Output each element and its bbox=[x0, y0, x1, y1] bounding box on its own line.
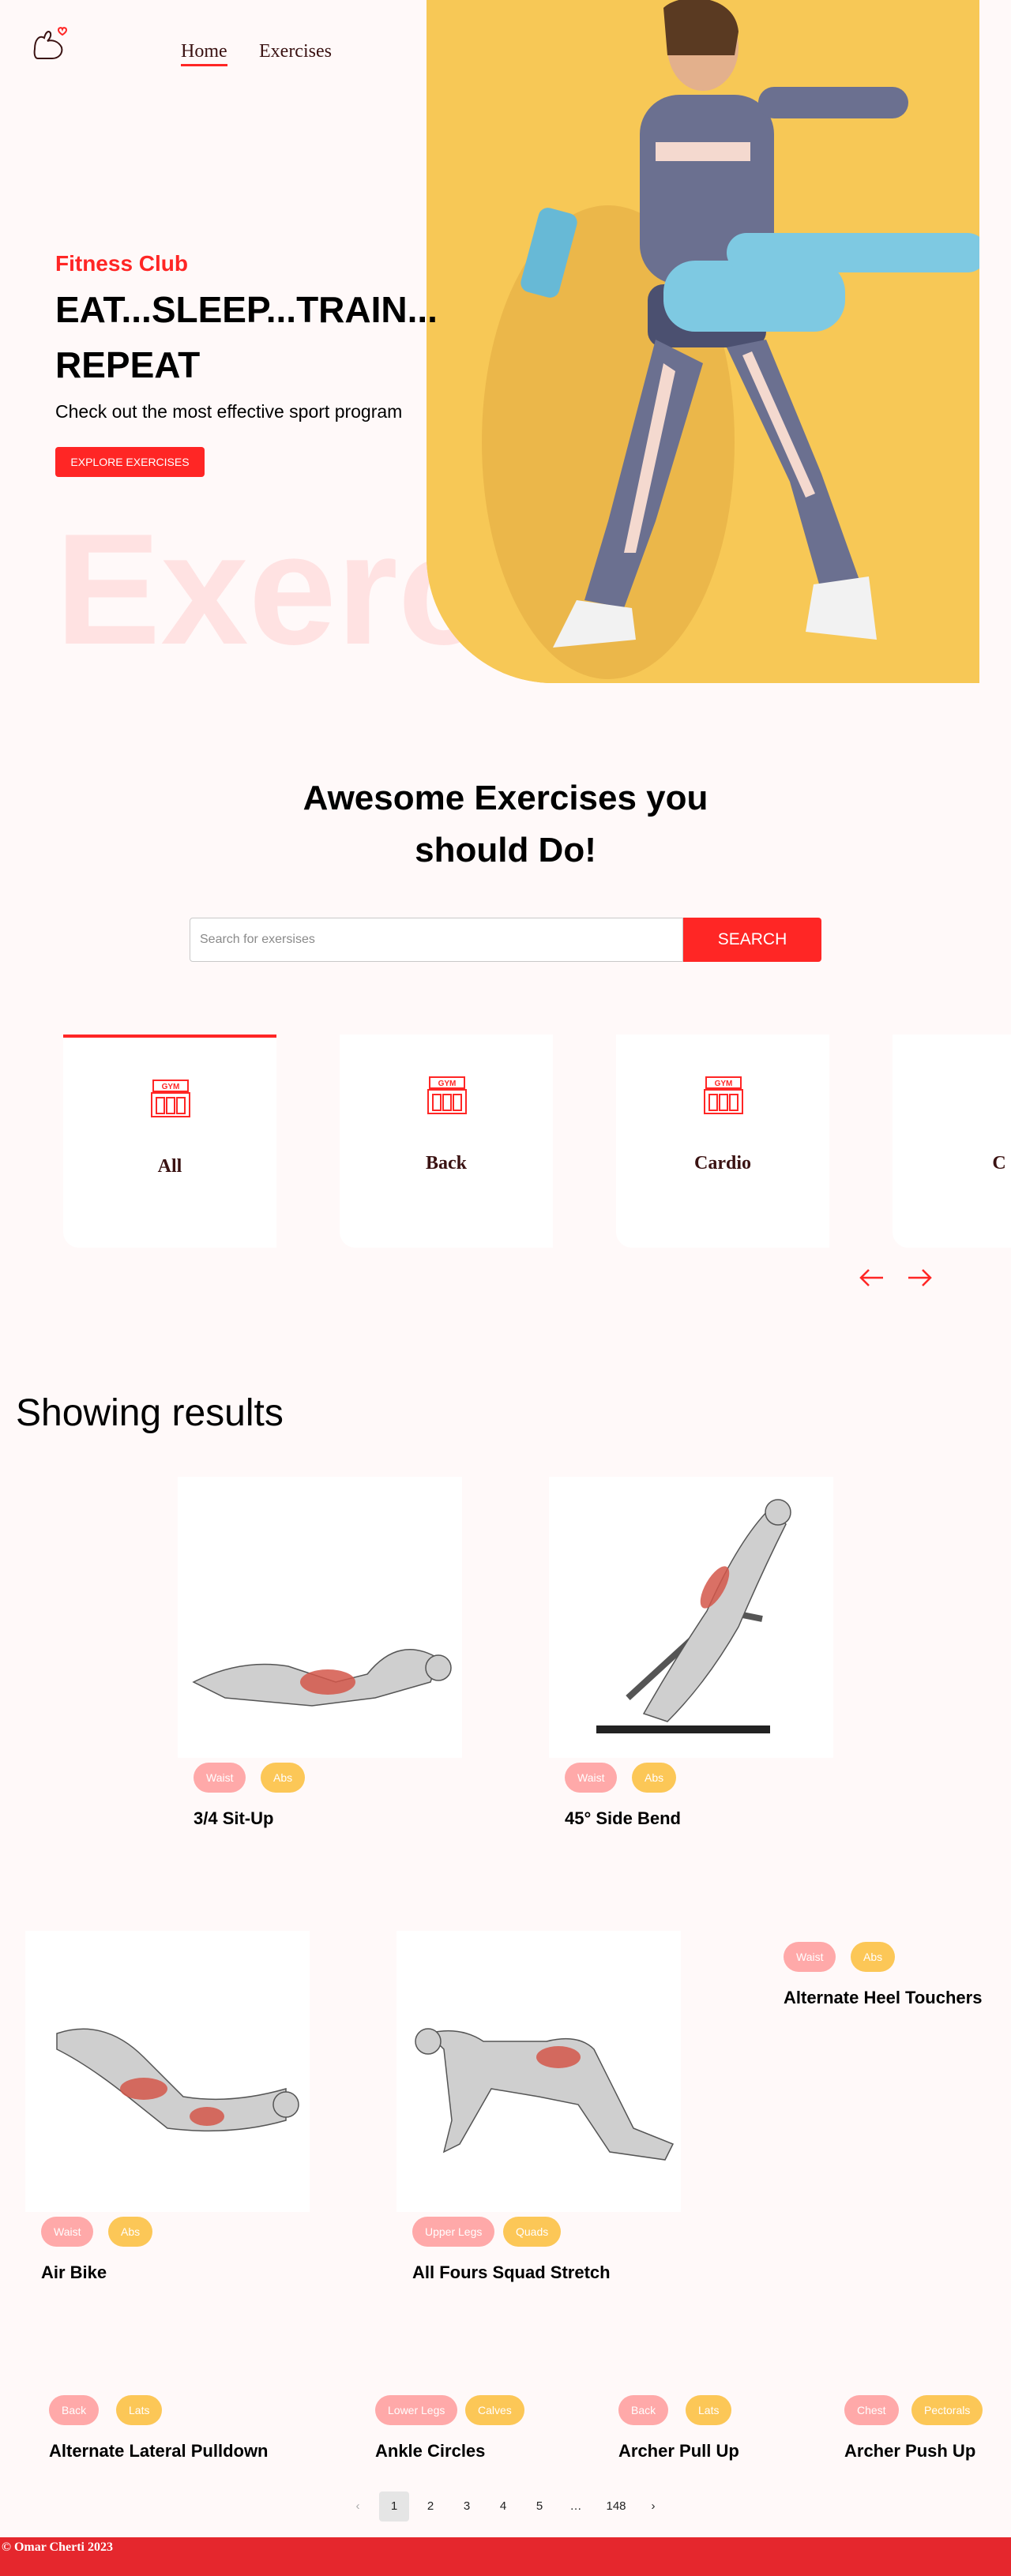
arrow-right-icon[interactable] bbox=[905, 1262, 934, 1294]
arrow-left-icon[interactable] bbox=[858, 1262, 886, 1294]
gym-icon: GYM bbox=[151, 1080, 190, 1117]
exercise-name: Air Bike bbox=[41, 2262, 107, 2282]
category-label: C bbox=[992, 1153, 1006, 1173]
category-card-back[interactable]: GYM Back bbox=[340, 1035, 553, 1248]
tag-target[interactable]: Lats bbox=[116, 2395, 163, 2425]
hero-title-line-1: EAT...SLEEP...TRAIN... bbox=[55, 289, 438, 330]
results-title: Showing results bbox=[16, 1392, 284, 1434]
exercise-figure-illustration bbox=[415, 2028, 675, 2161]
hero-title: EAT...SLEEP...TRAIN... REPEAT bbox=[55, 282, 498, 392]
pagination-page[interactable]: 4 bbox=[488, 2492, 518, 2522]
tag-body-part[interactable]: Waist bbox=[784, 1942, 836, 1972]
exercise-figure-illustration bbox=[596, 1499, 791, 1733]
hero-title-line-2: REPEAT bbox=[55, 344, 201, 385]
hero-subtitle: Fitness Club bbox=[55, 251, 189, 276]
tag-body-part[interactable]: Back bbox=[49, 2395, 100, 2425]
svg-text:GYM: GYM bbox=[715, 1080, 733, 1088]
pagination-page[interactable]: 5 bbox=[524, 2492, 554, 2522]
pagination-prev-button[interactable]: ‹ bbox=[343, 2492, 373, 2522]
exercise-figure-illustration bbox=[192, 1649, 452, 1707]
exercise-name: Alternate Heel Touchers bbox=[784, 1988, 983, 2007]
nav-home-link[interactable]: Home bbox=[181, 41, 227, 66]
search-heading: Awesome Exercises you should Do! bbox=[0, 772, 1011, 877]
tag-target[interactable]: Abs bbox=[108, 2217, 153, 2247]
flexed-arm-heart-icon bbox=[33, 27, 68, 59]
tag-target[interactable]: Lats bbox=[686, 2395, 732, 2425]
tag-target[interactable]: Abs bbox=[632, 1763, 677, 1793]
search-button[interactable]: SEARCH bbox=[683, 918, 821, 962]
tag-body-part[interactable]: Back bbox=[618, 2395, 669, 2425]
pagination-ellipsis: … bbox=[569, 2499, 582, 2513]
nav-exercises-link[interactable]: Exercises bbox=[259, 41, 332, 62]
hero-banner-image bbox=[427, 0, 979, 683]
exercise-figure-illustration bbox=[56, 2028, 299, 2132]
tag-body-part[interactable]: Waist bbox=[565, 1763, 618, 1793]
tag-target[interactable]: Pectorals bbox=[911, 2395, 983, 2425]
exercise-name: 3/4 Sit-Up bbox=[194, 1808, 274, 1828]
exercise-image bbox=[25, 1931, 310, 2212]
tag-target[interactable]: Abs bbox=[261, 1763, 306, 1793]
exercise-name: Alternate Lateral Pulldown bbox=[49, 2441, 269, 2461]
exercise-image bbox=[397, 1931, 681, 2212]
tag-body-part[interactable]: Upper Legs bbox=[412, 2217, 495, 2247]
tag-body-part[interactable]: Waist bbox=[194, 1763, 246, 1793]
tag-body-part[interactable]: Lower Legs bbox=[375, 2395, 458, 2425]
footer-copyright: © Omar Cherti 2023 bbox=[2, 2540, 113, 2554]
logo[interactable] bbox=[30, 22, 70, 65]
tag-target[interactable]: Quads bbox=[503, 2217, 562, 2247]
tag-target[interactable]: Abs bbox=[851, 1942, 896, 1972]
exercise-name: 45° Side Bend bbox=[565, 1808, 681, 1828]
explore-exercises-button[interactable]: EXPLORE EXERCISES bbox=[55, 447, 205, 477]
tag-target[interactable]: Calves bbox=[465, 2395, 524, 2425]
pagination-page[interactable]: 3 bbox=[452, 2492, 482, 2522]
pagination-next-button[interactable]: › bbox=[638, 2492, 668, 2522]
svg-text:GYM: GYM bbox=[438, 1080, 457, 1088]
category-card-partial[interactable]: C bbox=[893, 1035, 1011, 1248]
exercise-image bbox=[549, 1477, 833, 1758]
exercise-image bbox=[178, 1477, 462, 1758]
category-label: Cardio bbox=[694, 1153, 751, 1173]
footer: © Omar Cherti 2023 bbox=[0, 2537, 1011, 2576]
search-input[interactable] bbox=[190, 918, 683, 962]
fitness-woman-illustration bbox=[427, 0, 979, 683]
hero-description: Check out the most effective sport progr… bbox=[55, 401, 403, 422]
category-card-all[interactable]: GYM All bbox=[63, 1035, 276, 1248]
exercise-name: Archer Push Up bbox=[844, 2441, 976, 2461]
search-heading-line-1: Awesome Exercises you bbox=[303, 779, 708, 817]
pagination-page-last[interactable]: 148 bbox=[599, 2492, 633, 2522]
pagination-page[interactable]: 1 bbox=[379, 2492, 409, 2522]
tag-body-part[interactable]: Chest bbox=[844, 2395, 899, 2425]
gym-icon: GYM bbox=[704, 1076, 743, 1114]
exercise-name: Archer Pull Up bbox=[618, 2441, 739, 2461]
exercise-name: Ankle Circles bbox=[375, 2441, 486, 2461]
exercise-name: All Fours Squad Stretch bbox=[412, 2262, 611, 2282]
category-label: Back bbox=[425, 1153, 467, 1173]
pagination-page[interactable]: 2 bbox=[415, 2492, 445, 2522]
search-heading-line-2: should Do! bbox=[415, 831, 596, 869]
tag-body-part[interactable]: Waist bbox=[41, 2217, 94, 2247]
category-label: All bbox=[157, 1156, 182, 1177]
gym-icon: GYM bbox=[427, 1076, 467, 1114]
svg-text:GYM: GYM bbox=[162, 1083, 180, 1091]
category-card-cardio[interactable]: GYM Cardio bbox=[616, 1035, 829, 1248]
